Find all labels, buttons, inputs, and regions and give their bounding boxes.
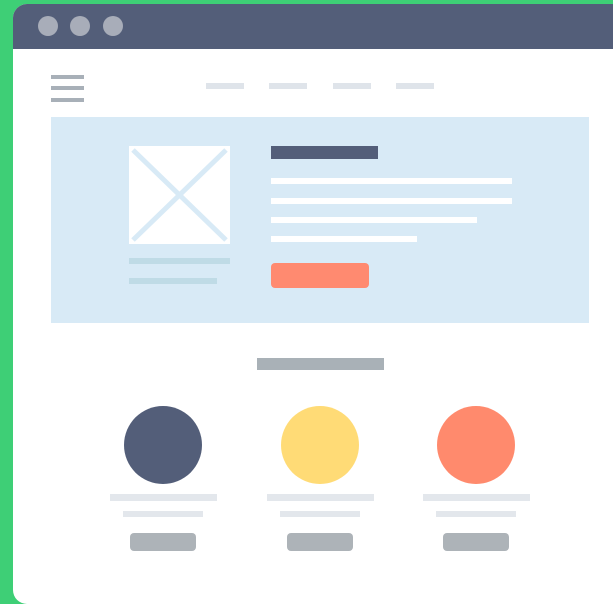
feature-circle-icon xyxy=(124,406,202,484)
hamburger-menu-icon[interactable] xyxy=(51,75,84,105)
hero-text-placeholder xyxy=(271,178,512,184)
window-close-dot-icon[interactable] xyxy=(38,16,58,36)
hero-heading-placeholder xyxy=(271,146,378,159)
feature-title-placeholder xyxy=(267,494,374,501)
feature-card xyxy=(266,406,376,556)
feature-button[interactable] xyxy=(287,533,353,551)
browser-window xyxy=(13,4,613,604)
feature-circle-icon xyxy=(437,406,515,484)
menu-bar xyxy=(51,98,84,102)
feature-text-placeholder xyxy=(123,511,203,517)
nav-link-placeholder[interactable] xyxy=(396,83,434,89)
section-title-placeholder xyxy=(257,358,384,370)
nav-link-placeholder[interactable] xyxy=(269,83,307,89)
image-caption-placeholder xyxy=(129,258,230,264)
hero-banner xyxy=(51,117,589,323)
menu-bar xyxy=(51,75,84,79)
window-titlebar xyxy=(13,4,613,49)
feature-title-placeholder xyxy=(423,494,530,501)
hero-cta-button[interactable] xyxy=(271,263,369,288)
feature-button[interactable] xyxy=(130,533,196,551)
feature-text-placeholder xyxy=(280,511,360,517)
menu-bar xyxy=(51,86,84,90)
nav-link-placeholder[interactable] xyxy=(206,83,244,89)
feature-card xyxy=(109,406,219,556)
feature-button[interactable] xyxy=(443,533,509,551)
window-maximize-dot-icon[interactable] xyxy=(103,16,123,36)
feature-card xyxy=(422,406,532,556)
hero-text-placeholder xyxy=(271,198,512,204)
window-minimize-dot-icon[interactable] xyxy=(70,16,90,36)
feature-circle-icon xyxy=(281,406,359,484)
feature-text-placeholder xyxy=(436,511,516,517)
image-caption-placeholder xyxy=(129,278,217,284)
hero-text-placeholder xyxy=(271,236,417,242)
hero-text-placeholder xyxy=(271,217,477,223)
image-placeholder-icon xyxy=(129,146,230,244)
feature-title-placeholder xyxy=(110,494,217,501)
nav-link-placeholder[interactable] xyxy=(333,83,371,89)
